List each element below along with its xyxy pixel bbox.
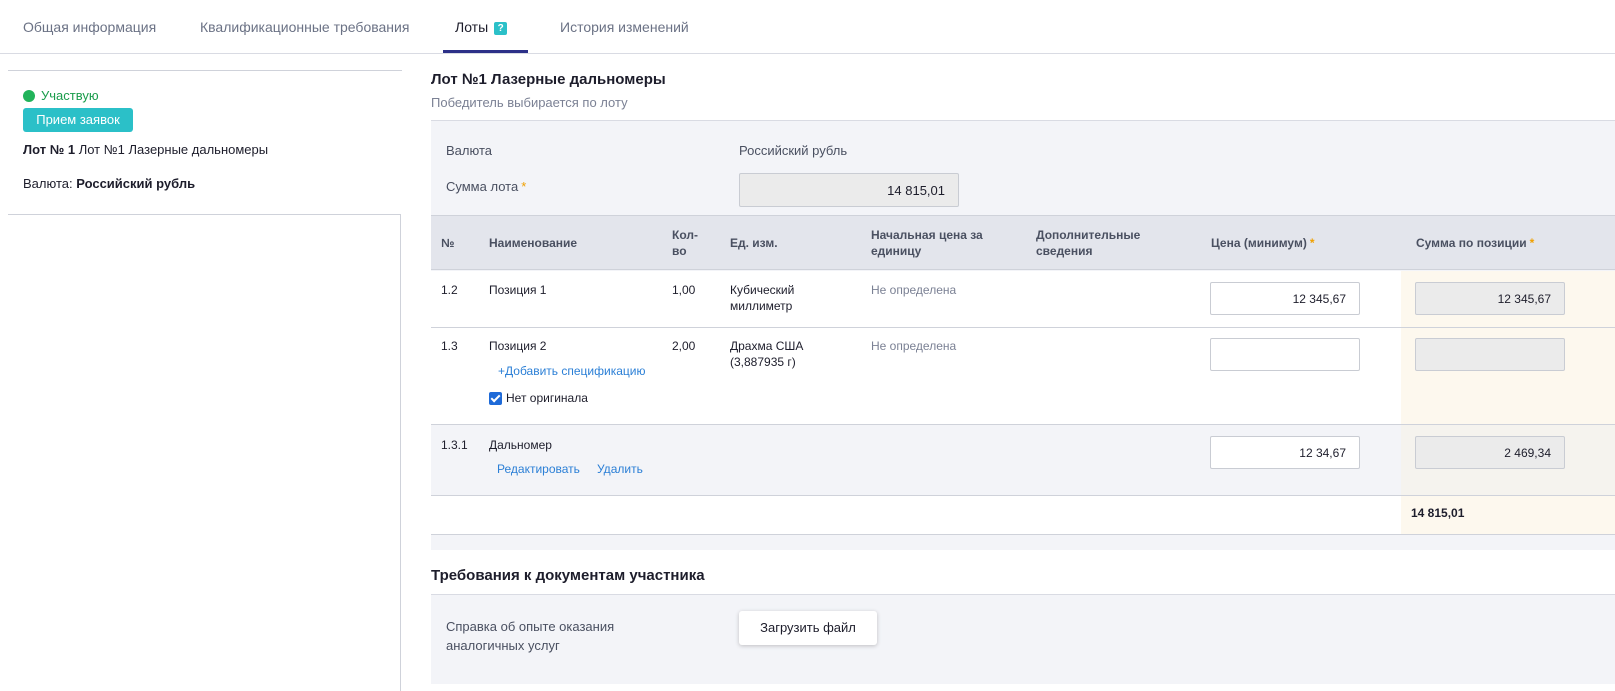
lot-number: Лот № 1 — [23, 142, 76, 157]
lot-sum-field: 14 815,01 — [739, 173, 959, 207]
participation-status: Участвую — [23, 88, 99, 103]
document-label: Справка об опыте оказания аналогичных усл… — [446, 617, 646, 655]
add-specification-link[interactable]: +Добавить спецификацию — [498, 364, 645, 378]
row-name: Дальномер — [489, 438, 552, 452]
row-num: 1.3.1 — [441, 438, 468, 452]
position-sum-field — [1415, 338, 1565, 371]
row-start-price: Не определена — [871, 339, 957, 353]
col-sum-text: Сумма по позиции — [1416, 236, 1527, 250]
document-label-line1: Справка об опыте оказания — [446, 619, 615, 634]
sidebar-currency: Валюта: Российский рубль — [23, 176, 195, 191]
col-name: Наименование — [489, 236, 578, 250]
row-qty: 1,00 — [672, 283, 696, 297]
sidebar-panel — [8, 214, 401, 691]
col-unit: Ед. изм. — [730, 236, 778, 250]
divider — [8, 70, 402, 71]
position-sum-field: 12 345,67 — [1415, 282, 1565, 315]
col-extra-line2: сведения — [1036, 244, 1093, 258]
stage-badge[interactable]: Прием заявок — [23, 108, 133, 132]
document-label-line2: аналогичных услуг — [446, 638, 560, 653]
delete-link[interactable]: Удалить — [597, 462, 643, 476]
required-star-icon: * — [1529, 236, 1535, 250]
required-star-icon: * — [521, 179, 527, 194]
col-start-price-line1: Начальная цена за — [871, 228, 983, 242]
row-name: Позиция 1 — [489, 283, 547, 297]
checkbox-label: Нет оригинала — [506, 391, 588, 405]
row-num: 1.2 — [441, 283, 458, 297]
tab-lots[interactable]: Лоты? — [455, 19, 508, 35]
tab-qualification[interactable]: Квалификационные требования — [200, 19, 409, 35]
row-qty: 2,00 — [672, 339, 696, 353]
help-icon[interactable]: ? — [494, 22, 508, 35]
row-start-price: Не определена — [871, 283, 957, 297]
lot-sum-label: Сумма лота * — [446, 179, 526, 194]
tab-label: Квалификационные требования — [200, 19, 410, 35]
lot-subtitle: Победитель выбирается по лоту — [431, 95, 628, 110]
col-start-price-line2: единицу — [871, 244, 922, 258]
position-sum-field: 2 469,34 — [1415, 436, 1565, 469]
row-unit: Драхма США (3,887935 г) — [730, 338, 803, 370]
upload-file-button[interactable]: Загрузить файл — [739, 611, 877, 645]
tab-bar: Общая информация Квалификационные требов… — [0, 0, 1615, 54]
lot-total: 14 815,01 — [1411, 506, 1465, 520]
row-unit-line1: Драхма США — [730, 339, 804, 353]
tab-general-info[interactable]: Общая информация — [23, 19, 156, 35]
status-text: Участвую — [41, 88, 99, 103]
row-num: 1.3 — [441, 339, 458, 353]
tab-label: Общая информация — [23, 19, 157, 35]
requirements-title: Требования к документам участника — [431, 567, 705, 584]
col-qty-line2: во — [672, 244, 687, 258]
price-input[interactable]: 12 34,67 — [1210, 436, 1360, 469]
row-name: Позиция 2 — [489, 339, 547, 353]
row-unit: Кубический миллиметр — [730, 282, 794, 314]
sidebar-lot: Лот № 1 Лот №1 Лазерные дальномеры — [23, 142, 268, 157]
col-qty-line1: Кол- — [672, 228, 698, 242]
checkbox-checked-icon[interactable] — [489, 391, 502, 405]
currency-field-value: Российский рубль — [739, 143, 848, 158]
col-qty: Кол-во — [672, 227, 698, 259]
price-input[interactable]: 12 345,67 — [1210, 282, 1360, 315]
lot-sum-label-text: Сумма лота — [446, 179, 519, 194]
status-dot-icon — [23, 89, 35, 102]
active-tab-indicator — [443, 50, 528, 53]
row-unit-line2: (3,887935 г) — [730, 355, 796, 369]
col-start-price: Начальная цена за единицу — [871, 227, 983, 259]
price-input[interactable] — [1210, 338, 1360, 371]
currency-value: Российский рубль — [76, 176, 196, 191]
tab-label: История изменений — [560, 19, 689, 35]
positions-table-header: № Наименование Кол-во Ед. изм. Начальная… — [431, 215, 1615, 270]
col-num: № — [441, 236, 455, 250]
lot-name: Лот №1 Лазерные дальномеры — [78, 142, 269, 157]
row-unit-line1: Кубический — [730, 283, 795, 297]
currency-label: Валюта: — [23, 176, 73, 191]
currency-field-label: Валюта — [446, 143, 492, 158]
edit-link[interactable]: Редактировать — [497, 462, 580, 476]
lot-title: Лот №1 Лазерные дальномеры — [431, 71, 666, 88]
tab-label: Лоты — [455, 19, 489, 35]
col-price-min: Цена (минимум) * — [1211, 235, 1315, 251]
no-original-checkbox[interactable]: Нет оригинала — [489, 391, 588, 405]
col-extra-line1: Дополнительные — [1036, 228, 1141, 242]
col-price-min-text: Цена (минимум) — [1211, 236, 1307, 250]
required-star-icon: * — [1309, 236, 1315, 250]
col-sum: Сумма по позиции * — [1416, 235, 1534, 251]
col-extra: Дополнительные сведения — [1036, 227, 1140, 259]
row-unit-line2: миллиметр — [730, 299, 793, 313]
tab-history[interactable]: История изменений — [560, 19, 689, 35]
